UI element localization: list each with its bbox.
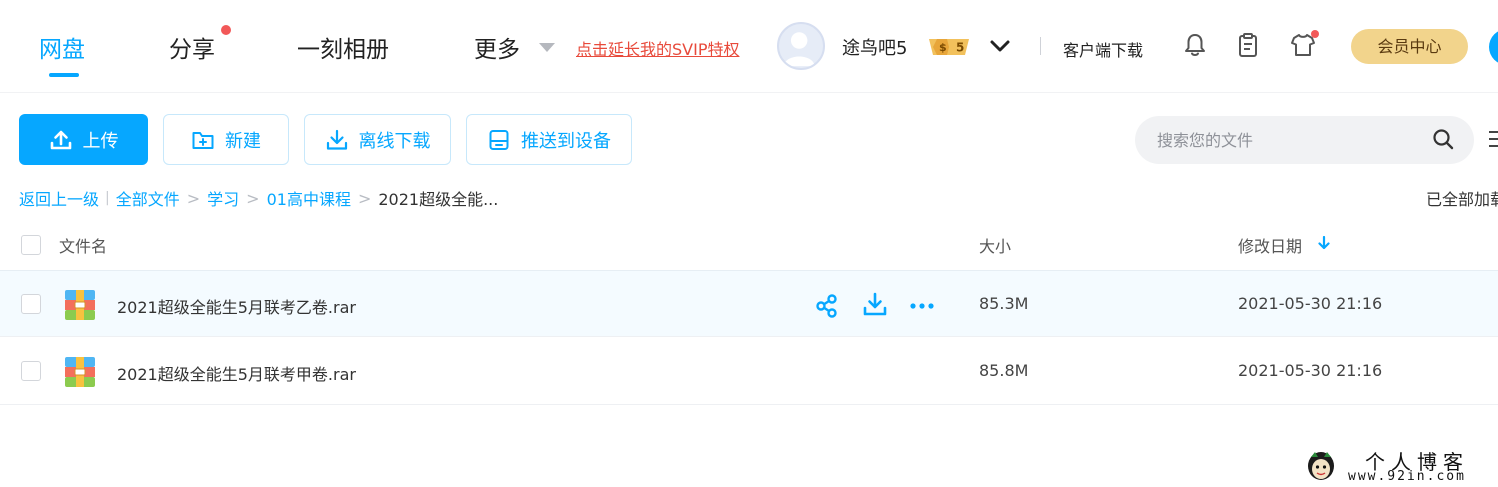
- row-checkbox[interactable]: [21, 361, 41, 381]
- bell-icon[interactable]: [1182, 32, 1208, 58]
- select-all-checkbox[interactable]: [21, 235, 41, 255]
- breadcrumb-item-all-files[interactable]: 全部文件: [116, 186, 180, 210]
- row-download-icon[interactable]: [862, 292, 888, 318]
- new-button[interactable]: 新建: [163, 114, 289, 165]
- rar-file-icon: [65, 290, 95, 320]
- search-input[interactable]: [1157, 116, 1427, 164]
- upload-icon: [50, 130, 71, 149]
- new-folder-icon: [192, 131, 214, 149]
- push-to-device-label: 推送到设备: [521, 130, 611, 152]
- push-to-device-button[interactable]: 推送到设备: [466, 114, 632, 165]
- nav-tab-album[interactable]: 一刻相册: [297, 30, 389, 64]
- load-status: 已全部加载: [1426, 190, 1498, 209]
- table-row[interactable]: 2021超级全能生5月联考甲卷.rar 85.8M 2021-05-30 21:…: [0, 338, 1498, 405]
- svg-text:5: 5: [956, 41, 964, 55]
- breadcrumb-separator: >: [186, 188, 201, 208]
- row-checkbox[interactable]: [21, 294, 41, 314]
- rar-file-icon: [65, 357, 95, 387]
- active-tab-indicator: [49, 73, 79, 77]
- svg-text:$: $: [939, 41, 947, 54]
- upload-button[interactable]: 上传: [19, 114, 148, 165]
- breadcrumb-back[interactable]: 返回上一级: [19, 186, 99, 210]
- column-header-name[interactable]: 文件名: [59, 233, 107, 257]
- clipboard-icon[interactable]: [1235, 32, 1261, 58]
- breadcrumb-separator: >: [246, 188, 260, 208]
- share-notification-dot: [221, 25, 231, 35]
- search-box: [1135, 116, 1474, 164]
- avatar[interactable]: [777, 22, 825, 70]
- breadcrumb-separator: >: [357, 188, 372, 208]
- column-header-size[interactable]: 大小: [979, 233, 1011, 257]
- file-modified-date: 2021-05-30 21:16: [1238, 294, 1383, 313]
- breadcrumb-item-high-school[interactable]: 01高中课程: [267, 186, 351, 210]
- search-icon[interactable]: [1432, 128, 1454, 150]
- nav-tab-share[interactable]: 分享: [169, 30, 215, 64]
- svip-renew-link[interactable]: 点击延长我的SVIP特权: [576, 36, 739, 60]
- file-modified-date: 2021-05-30 21:16: [1238, 361, 1383, 380]
- upload-label: 上传: [82, 130, 119, 152]
- sort-desc-icon[interactable]: [1317, 236, 1331, 250]
- file-name[interactable]: 2021超级全能生5月联考甲卷.rar: [117, 361, 356, 385]
- new-label: 新建: [225, 130, 261, 152]
- breadcrumb: 返回上一级 | 全部文件 > 学习 > 01高中课程 > 2021超级全能...: [19, 186, 498, 210]
- caret-down-icon[interactable]: [539, 43, 555, 52]
- offline-download-button[interactable]: 离线下载: [304, 114, 451, 165]
- more-options-icon[interactable]: [909, 293, 935, 319]
- divider: [1040, 37, 1041, 55]
- breadcrumb-divider: |: [105, 190, 110, 206]
- file-size: 85.8M: [979, 361, 1029, 380]
- nav-tab-more[interactable]: 更多: [474, 30, 520, 64]
- file-size: 85.3M: [979, 294, 1029, 313]
- table-header: 文件名 大小 修改日期: [0, 222, 1498, 270]
- breadcrumb-current: 2021超级全能...: [378, 190, 499, 209]
- edge-app-icon[interactable]: [1489, 29, 1498, 65]
- list-view-icon[interactable]: [1488, 128, 1498, 150]
- chevron-down-icon[interactable]: [989, 38, 1011, 54]
- top-header: 网盘 分享 一刻相册 更多 点击延长我的SVIP特权 途鸟吧5 $ 5 客户端下…: [0, 0, 1498, 93]
- offline-download-label: 离线下载: [358, 130, 431, 152]
- skin-notification-dot: [1311, 30, 1319, 38]
- nav-tab-netdisk[interactable]: 网盘: [39, 30, 85, 64]
- file-name[interactable]: 2021超级全能生5月联考乙卷.rar: [117, 294, 356, 318]
- watermark-mascot-icon: [1308, 452, 1334, 480]
- table-row[interactable]: 2021超级全能生5月联考乙卷.rar 85.3M 2021-05-30 21:…: [0, 270, 1498, 337]
- download-icon: [326, 129, 347, 150]
- share-icon[interactable]: [814, 293, 840, 319]
- svip-level-badge: $ 5: [925, 36, 973, 58]
- client-download-link[interactable]: 客户端下载: [1063, 37, 1143, 61]
- breadcrumb-item-study[interactable]: 学习: [207, 186, 239, 210]
- device-icon: [489, 129, 509, 150]
- vip-center-button[interactable]: 会员中心: [1351, 29, 1468, 64]
- column-header-modified[interactable]: 修改日期: [1238, 233, 1302, 257]
- watermark-url: www.92in.com: [1348, 469, 1466, 484]
- username[interactable]: 途鸟吧5: [842, 34, 907, 60]
